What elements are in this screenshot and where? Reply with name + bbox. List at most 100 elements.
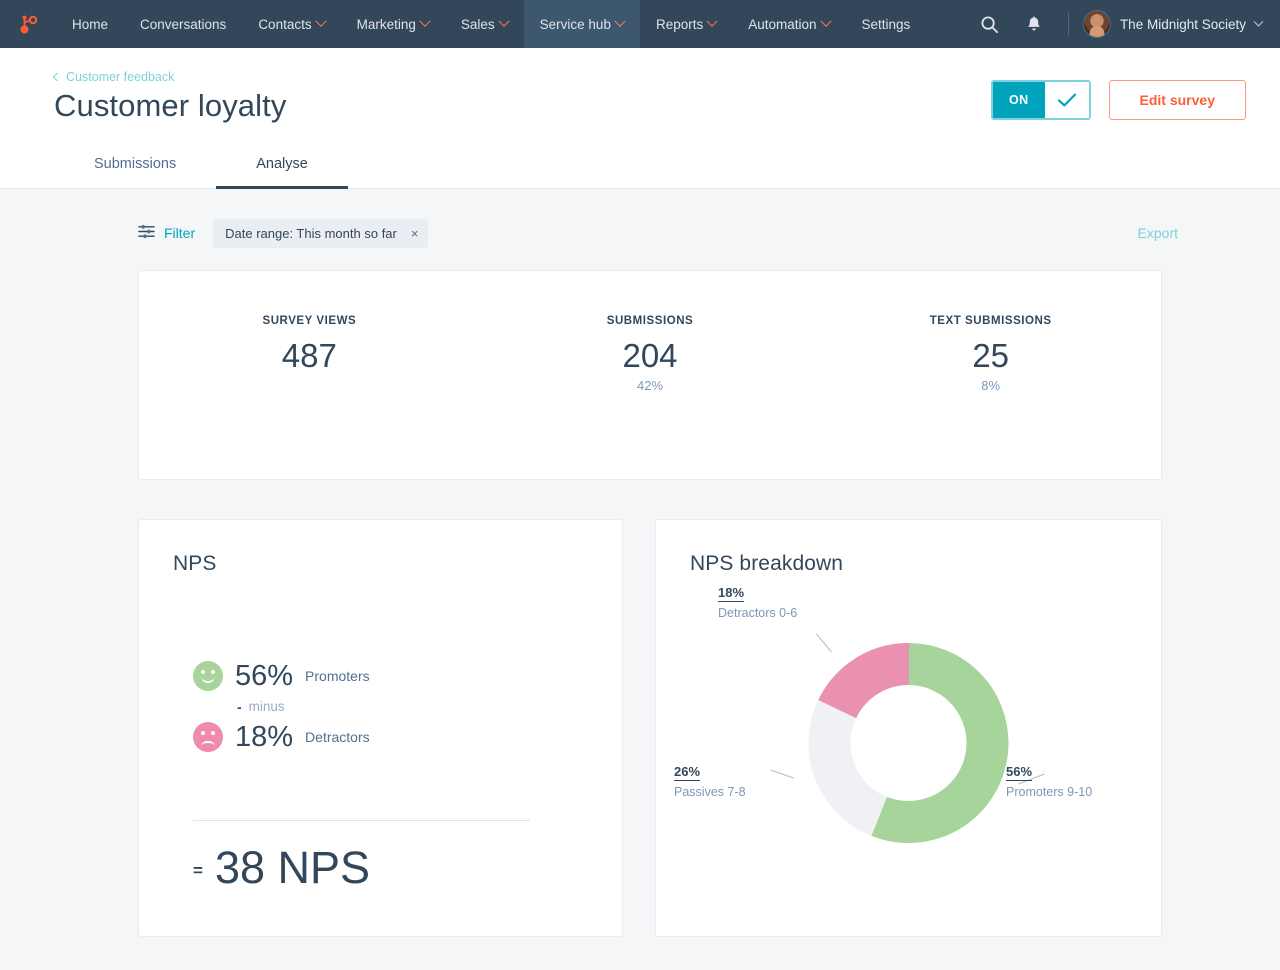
page-title: Customer loyalty <box>54 87 286 126</box>
filter-icon <box>138 224 155 242</box>
bell-icon[interactable] <box>1014 0 1054 48</box>
chevron-down-icon <box>614 16 625 27</box>
minus-row: - minus <box>237 699 370 715</box>
nps-detractors-row: 18% Detractors <box>193 721 370 754</box>
top-navigation-bar: Home Conversations Contacts Marketing Sa… <box>0 0 1280 48</box>
page-header: Customer feedback Customer loyalty ON Ed… <box>0 48 1280 189</box>
account-name: The Midnight Society <box>1120 17 1246 32</box>
stat-value: 25 <box>820 337 1161 375</box>
page-tabs: Submissions Analyse <box>54 146 1246 188</box>
promoters-label: Promoters <box>305 668 370 684</box>
summary-stats-card: SURVEY VIEWS 487 SUBMISSIONS 204 42% TEX… <box>138 270 1162 480</box>
filter-chip-date-range[interactable]: Date range: This month so far × <box>213 219 428 248</box>
stat-sub: 8% <box>820 378 1161 393</box>
chevron-down-icon <box>707 16 718 27</box>
export-link[interactable]: Export <box>1138 225 1178 241</box>
stat-sub: 42% <box>480 378 821 393</box>
stat-text-submissions: TEXT SUBMISSIONS 25 8% <box>820 315 1161 479</box>
nav-right-cluster: The Midnight Society <box>970 0 1280 48</box>
breadcrumb[interactable]: Customer feedback <box>54 70 286 84</box>
nav-label: Sales <box>461 17 495 32</box>
nps-promoters-row: 56% Promoters <box>193 660 370 693</box>
nav-label: Marketing <box>357 17 416 32</box>
nps-card-title: NPS <box>173 552 588 576</box>
label-promoters: 56% Promoters 9-10 <box>1006 763 1092 801</box>
nav-label: Conversations <box>140 17 226 32</box>
chevron-down-icon <box>1254 16 1264 26</box>
nav-item-conversations[interactable]: Conversations <box>124 0 242 48</box>
filter-button[interactable]: Filter <box>138 224 195 242</box>
chevron-down-icon <box>498 16 509 27</box>
nps-divider <box>193 820 530 821</box>
survey-on-off-toggle[interactable]: ON <box>991 80 1091 120</box>
chevron-down-icon <box>315 16 326 27</box>
nav-item-contacts[interactable]: Contacts <box>242 0 340 48</box>
close-icon[interactable]: × <box>411 227 419 240</box>
chevron-down-icon <box>820 16 831 27</box>
promoters-name: Promoters 9-10 <box>1006 784 1092 801</box>
nps-breakdown-title: NPS breakdown <box>690 552 1127 576</box>
nav-item-service-hub[interactable]: Service hub <box>524 0 640 48</box>
stat-submissions: SUBMISSIONS 204 42% <box>480 315 821 479</box>
stat-value: 487 <box>139 337 480 375</box>
nav-label: Automation <box>748 17 816 32</box>
filter-chip-label: Date range: This month so far <box>225 226 397 241</box>
check-icon <box>1045 82 1089 118</box>
page-header-top: Customer feedback Customer loyalty ON Ed… <box>54 70 1246 126</box>
nav-item-settings[interactable]: Settings <box>846 0 927 48</box>
detractors-pct: 18% <box>718 585 744 602</box>
nps-total-value: 38 NPS <box>215 842 370 894</box>
page-header-actions: ON Edit survey <box>991 70 1246 120</box>
nav-item-automation[interactable]: Automation <box>732 0 845 48</box>
detractors-label: Detractors <box>305 729 370 745</box>
nps-breakdown-rows: 56% Promoters - minus 18% Detractors <box>193 660 370 754</box>
equals-sign: = <box>193 855 203 881</box>
nav-divider <box>1068 12 1069 36</box>
primary-nav-items: Home Conversations Contacts Marketing Sa… <box>56 0 926 48</box>
hubspot-logo[interactable] <box>0 0 56 48</box>
page-header-titles: Customer feedback Customer loyalty <box>54 70 286 126</box>
chevron-down-icon <box>419 16 430 27</box>
passives-name: Passives 7-8 <box>674 784 746 801</box>
tab-submissions[interactable]: Submissions <box>54 146 216 189</box>
minus-sign: - <box>237 699 242 715</box>
promoters-pct: 56% <box>1006 764 1032 781</box>
nav-item-home[interactable]: Home <box>56 0 124 48</box>
edit-survey-button[interactable]: Edit survey <box>1109 80 1246 120</box>
smiley-sad-icon <box>193 722 223 752</box>
toggle-on-label: ON <box>993 82 1045 118</box>
minus-label: minus <box>249 699 285 714</box>
label-detractors: 18% Detractors 0-6 <box>718 584 797 622</box>
nav-label: Contacts <box>258 17 311 32</box>
stat-label: TEXT SUBMISSIONS <box>820 315 1161 327</box>
stat-value: 204 <box>480 337 821 375</box>
detractors-name: Detractors 0-6 <box>718 605 797 622</box>
chevron-left-icon <box>53 73 61 81</box>
nav-item-reports[interactable]: Reports <box>640 0 732 48</box>
nav-item-marketing[interactable]: Marketing <box>341 0 445 48</box>
page-content: Filter Date range: This month so far × E… <box>0 189 1280 937</box>
filter-label: Filter <box>164 225 195 241</box>
tab-label: Analyse <box>256 156 308 172</box>
nps-breakdown-card: NPS breakdown <box>655 519 1162 937</box>
nav-item-sales[interactable]: Sales <box>445 0 524 48</box>
nav-label: Reports <box>656 17 703 32</box>
smiley-happy-icon <box>193 661 223 691</box>
nps-card: NPS 56% Promoters - minus <box>138 519 623 937</box>
search-icon[interactable] <box>970 0 1010 48</box>
account-menu[interactable]: The Midnight Society <box>1083 10 1266 38</box>
label-passives: 26% Passives 7-8 <box>674 763 746 801</box>
nav-label: Settings <box>862 17 911 32</box>
nav-label: Service hub <box>540 17 611 32</box>
detractors-percent: 18% <box>235 721 293 754</box>
analysis-cards-row: NPS 56% Promoters - minus <box>138 519 1162 937</box>
donut-chart: 18% Detractors 0-6 26% Passives 7-8 56% … <box>656 588 1161 918</box>
tab-label: Submissions <box>94 156 176 172</box>
stat-label: SURVEY VIEWS <box>139 315 480 327</box>
avatar <box>1083 10 1111 38</box>
nps-total-row: = 38 NPS <box>193 842 370 894</box>
tab-analyse[interactable]: Analyse <box>216 146 348 189</box>
passives-pct: 26% <box>674 764 700 781</box>
promoters-percent: 56% <box>235 660 293 693</box>
breadcrumb-label: Customer feedback <box>66 70 174 84</box>
